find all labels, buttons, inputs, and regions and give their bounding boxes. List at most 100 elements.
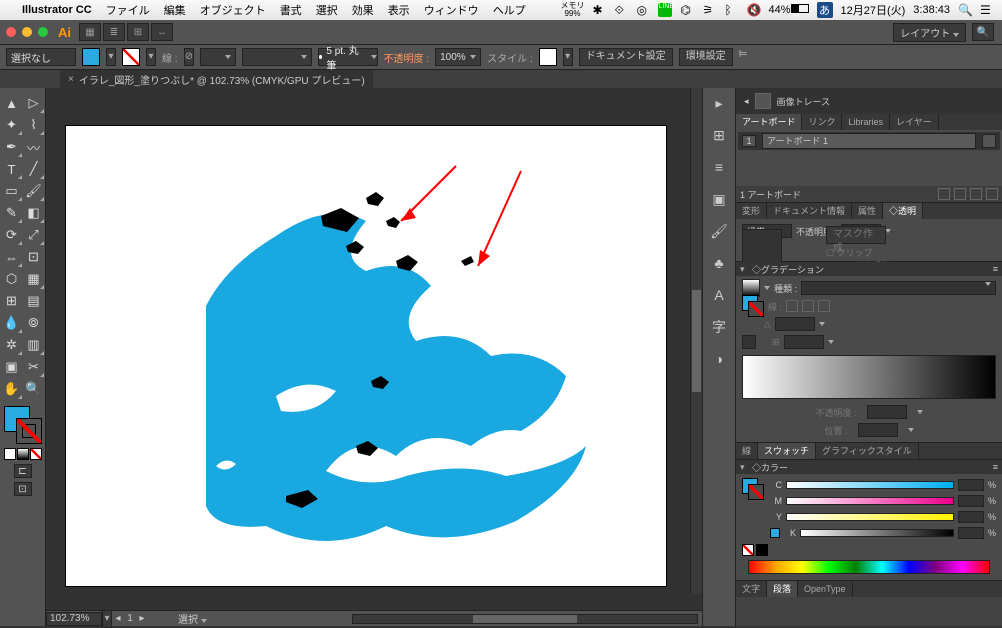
move-down-icon[interactable] [954,188,966,200]
document-setup-button[interactable]: ドキュメント設定 [579,48,673,66]
variable-width[interactable] [242,48,312,66]
make-mask-button[interactable]: マスク作成 [826,226,886,244]
brush-preview[interactable]: 5 pt. 丸筆 [318,48,378,66]
tab-swatches[interactable]: スウォッチ [758,443,816,459]
preferences-button[interactable]: 環境設定 [679,48,733,66]
stroke-color[interactable] [16,418,42,444]
vertical-scrollbar[interactable] [690,88,702,594]
stock-icon[interactable]: ≣ [103,23,125,41]
direct-selection-tool[interactable]: ▷ [23,92,45,114]
style-swatch[interactable] [539,48,557,66]
bridge-icon[interactable]: ▦ [79,23,101,41]
stroke-along-icon[interactable] [786,300,798,312]
gradient-angle-input[interactable] [775,317,815,331]
arrange-icon[interactable]: ⊞ [127,23,149,41]
dropbox-icon[interactable]: ⟐ [614,3,628,17]
curvature-tool[interactable]: 〰 [23,136,45,158]
fan-icon[interactable]: ⌬ [680,3,694,17]
type-tool[interactable]: T [1,158,23,180]
color-panel-menu-icon[interactable]: ≡ [993,462,998,472]
fill-swatch[interactable] [82,48,100,66]
zoom-tool[interactable]: 🔍 [23,378,45,400]
stroke-weight-input[interactable] [200,48,236,66]
rotate-tool[interactable]: ⟳ [1,224,23,246]
image-trace-label[interactable]: 画像トレース [777,95,831,108]
selection-tool[interactable]: ▲ [1,92,23,114]
line-icon[interactable]: LINE [658,3,672,17]
eraser-tool[interactable]: ◧ [23,202,45,224]
y-value[interactable] [958,511,984,523]
none-mode-icon[interactable] [30,448,42,460]
tab-graphicstyles[interactable]: グラフィックスタイル [816,443,919,459]
draw-mode-icon[interactable]: ⊏ [14,464,32,478]
tab-stroke[interactable]: 線 [736,443,758,459]
m-slider[interactable] [786,497,954,505]
properties-icon[interactable]: ⊞ [707,124,731,146]
stroke-across-icon[interactable] [802,300,814,312]
collapse-icon[interactable]: ▸ [707,92,731,114]
artboard-row[interactable]: 1 アートボード 1 [738,132,1000,150]
opacity-input[interactable]: 100% [435,48,481,66]
black-swatch-icon[interactable] [756,544,768,556]
c-slider[interactable] [786,481,954,489]
tab-links[interactable]: リンク [802,114,842,130]
stop-opacity-input[interactable] [867,405,907,419]
tab-character[interactable]: 文字 [736,581,767,597]
tab-attributes[interactable]: 属性 [852,203,883,219]
gradient-type-select[interactable] [801,281,996,295]
tab-docinfo[interactable]: ドキュメント情報 [767,203,852,219]
clip-checkbox[interactable]: ☐ [826,248,834,258]
volume-icon[interactable]: 🔇 [746,3,760,17]
menu-effect[interactable]: 効果 [352,2,374,18]
width-tool[interactable]: ⇔ [1,246,23,268]
free-transform-tool[interactable]: ⊡ [23,246,45,268]
m-value[interactable] [958,495,984,507]
align-panel-icon[interactable]: ≡ [707,156,731,178]
artboard-options-icon[interactable] [982,134,996,148]
graph-tool[interactable]: ▥ [23,334,45,356]
tab-layers[interactable]: レイヤー [890,114,939,130]
none-swatch-icon[interactable] [742,544,754,556]
aspect-icon[interactable] [742,335,756,349]
k-slider[interactable] [800,529,954,537]
gradient-ratio-input[interactable] [784,335,824,349]
appearance-icon[interactable]: ◑ [707,348,731,370]
workspace-switcher[interactable]: レイアウト [893,23,966,42]
menu-object[interactable]: オブジェクト [200,2,266,18]
tab-transparency[interactable]: ◇透明 [883,203,923,219]
symbols-icon[interactable]: ♣ [707,252,731,274]
document-tab[interactable]: × イラレ_図形_塗りつぶし* @ 102.73% (CMYK/GPU プレビュ… [60,70,373,88]
menu-window[interactable]: ウィンドウ [424,2,479,18]
move-up-icon[interactable] [938,188,950,200]
brushes-icon[interactable]: 🖌 [707,220,731,242]
zoom-dropdown[interactable]: ▾ [102,610,112,628]
style-dropdown[interactable]: ▾ [563,48,573,66]
tab-opentype[interactable]: OpenType [798,581,853,597]
symbol-sprayer-tool[interactable]: ✲ [1,334,23,356]
tab-paragraph[interactable]: 段落 [767,581,798,597]
horizontal-scrollbar[interactable] [352,614,698,624]
stop-position-input[interactable] [858,423,898,437]
paintbrush-tool[interactable]: 🖌 [23,180,45,202]
delete-artboard-icon[interactable] [986,188,998,200]
blend-tool[interactable]: ⦾ [23,312,45,334]
fill-dropdown[interactable]: ▾ [106,48,116,66]
menu-edit[interactable]: 編集 [164,2,186,18]
new-artboard-icon[interactable] [970,188,982,200]
artboard-name[interactable]: アートボード 1 [762,133,976,149]
battery-indicator[interactable]: 44% [768,4,808,16]
nav-last-icon[interactable]: ▸ [136,613,148,624]
k-value[interactable] [958,527,984,539]
slice-tool[interactable]: ✂ [23,356,45,378]
ruler-icon[interactable]: ↔ [151,23,173,41]
shaper-tool[interactable]: ✎ [1,202,23,224]
shape-builder-tool[interactable]: ⬡ [1,268,23,290]
stroke-within-icon[interactable] [818,300,830,312]
line-tool[interactable]: ╱ [23,158,45,180]
gradient-ramp[interactable] [742,355,996,399]
gradient-mode-icon[interactable] [17,448,29,460]
spotlight-icon[interactable]: 🔍 [958,3,972,17]
gradient-fillstroke[interactable] [742,295,764,317]
mesh-tool[interactable]: ⊞ [1,290,23,312]
close-window[interactable] [6,27,16,37]
